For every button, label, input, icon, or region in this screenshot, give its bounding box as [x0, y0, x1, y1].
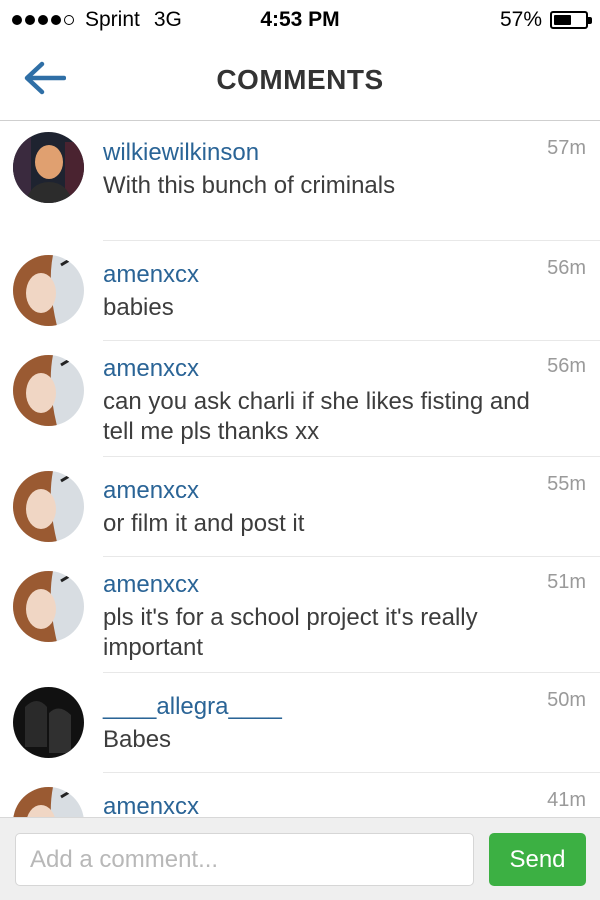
comments-list[interactable]: wilkiewilkinson 57m With this bunch of c…: [0, 121, 600, 817]
battery-fill: [554, 15, 572, 25]
avatar-image: [13, 132, 84, 203]
comment-username[interactable]: amenxcx: [103, 355, 199, 383]
status-bar: Sprint 3G 4:53 PM 57%: [0, 0, 600, 40]
comment-item: amenxcx 51m pls it's for a school projec…: [0, 557, 600, 673]
comment-timestamp: 51m: [547, 571, 586, 593]
battery-tip: [588, 17, 592, 24]
comment-text: babies: [103, 294, 174, 321]
avatar-image: [13, 687, 84, 758]
avatar-image: [13, 787, 84, 817]
comment-item: amenxcx 56m babies: [0, 241, 600, 341]
comment-timestamp: 56m: [547, 257, 586, 279]
avatar-image: [13, 255, 84, 326]
comment-composer: Send: [0, 817, 600, 900]
send-button[interactable]: Send: [489, 833, 586, 886]
status-right: 57%: [499, 8, 592, 32]
comment-item: amenxcx 55m or film it and post it: [0, 457, 600, 557]
avatar-image: [13, 471, 84, 542]
comment-text: Babes: [103, 726, 172, 753]
avatar-image: [13, 571, 84, 642]
comment-text: With this bunch of criminals: [103, 172, 396, 199]
comment-username[interactable]: ____allegra____: [103, 693, 282, 721]
avatar[interactable]: [13, 471, 84, 542]
avatar[interactable]: [13, 571, 84, 642]
comment-timestamp: 57m: [547, 137, 586, 159]
comment-username[interactable]: wilkiewilkinson: [103, 139, 259, 167]
comment-timestamp: 50m: [547, 689, 586, 711]
comment-text: or film it and post it: [103, 510, 305, 537]
comment-username[interactable]: amenxcx: [103, 793, 199, 817]
comment-item: amenxcx 41m: [0, 773, 600, 817]
comment-timestamp: 41m: [547, 789, 586, 811]
comment-timestamp: 56m: [547, 355, 586, 377]
comment-item: amenxcx 56m can you ask charli if she li…: [0, 341, 600, 457]
comment-item: ____allegra____ 50m Babes: [0, 673, 600, 773]
battery-percent: 57%: [499, 8, 542, 31]
page-title: COMMENTS: [216, 64, 384, 95]
comment-text: pls it's for a school project it's reall…: [103, 604, 478, 661]
comment-username[interactable]: amenxcx: [103, 571, 199, 599]
comment-username[interactable]: amenxcx: [103, 477, 199, 505]
avatar[interactable]: [13, 255, 84, 326]
comment-timestamp: 55m: [547, 473, 586, 495]
avatar[interactable]: [13, 687, 84, 758]
comment-text: can you ask charli if she likes fisting …: [103, 388, 530, 445]
avatar[interactable]: [13, 787, 84, 817]
avatar-image: [13, 355, 84, 426]
header: COMMENTS: [0, 40, 600, 121]
comment-input[interactable]: [15, 833, 474, 886]
comment-username[interactable]: amenxcx: [103, 261, 199, 289]
avatar[interactable]: [13, 132, 84, 203]
battery-icon: [550, 11, 592, 29]
comment-item: wilkiewilkinson 57m With this bunch of c…: [0, 121, 600, 241]
avatar[interactable]: [13, 355, 84, 426]
